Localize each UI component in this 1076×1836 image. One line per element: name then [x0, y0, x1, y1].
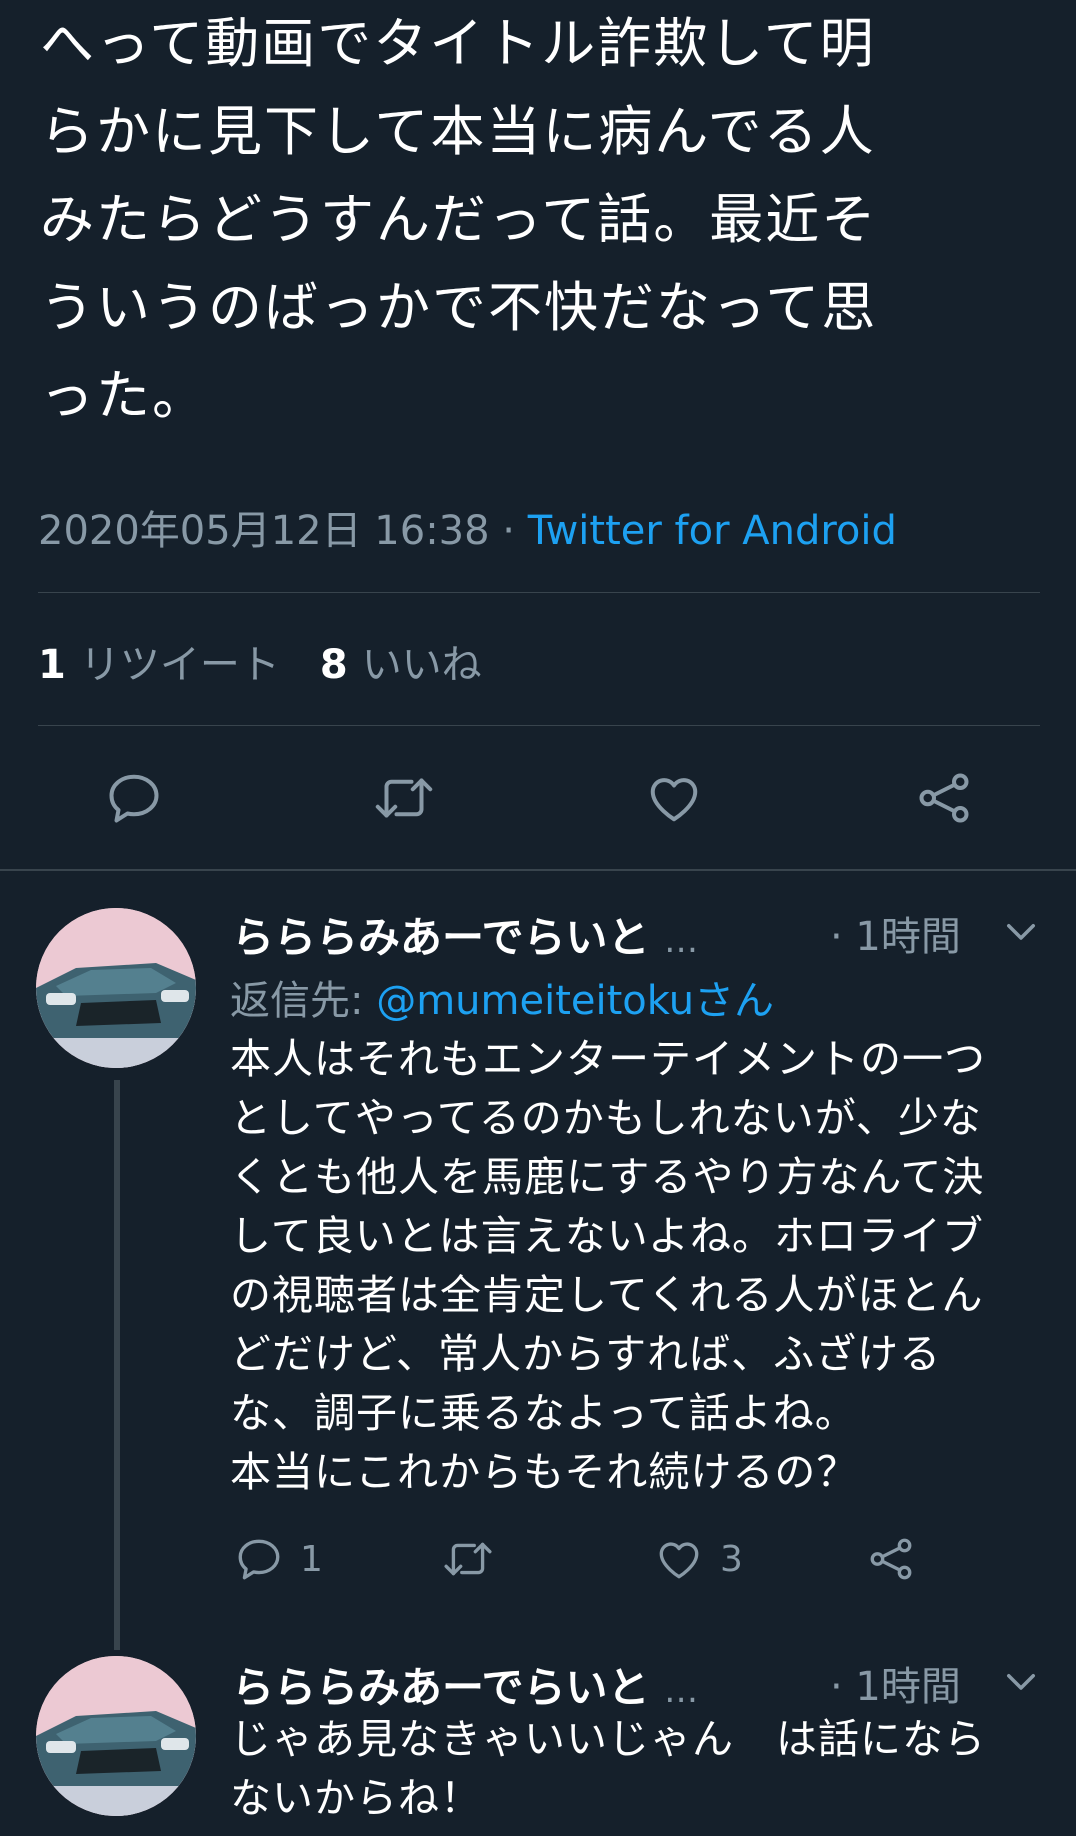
- avatar[interactable]: [36, 908, 196, 1068]
- tweet-source-link[interactable]: Twitter for Android: [528, 508, 897, 554]
- chevron-down-icon[interactable]: [1000, 1660, 1042, 1702]
- replying-prefix: 返信先:: [230, 978, 377, 1024]
- divider: [38, 592, 1040, 593]
- retweet-stat[interactable]: 1 リツイート: [38, 642, 280, 688]
- reply-time: · 1時間: [830, 1664, 961, 1710]
- like-count: 8: [319, 642, 348, 688]
- reply-count: 1: [300, 1538, 323, 1580]
- retweet-icon: [444, 1542, 492, 1576]
- like-label: いいね: [361, 642, 482, 688]
- tweet-action-bar: [0, 762, 1076, 834]
- car-avatar-image: [36, 1656, 196, 1816]
- name-ellipsis: …: [664, 921, 699, 961]
- name-ellipsis: …: [664, 1671, 699, 1711]
- tweet-datetime: 2020年05月12日 16:38: [38, 508, 490, 554]
- heart-icon: [650, 778, 698, 822]
- reply-like-button[interactable]: 3: [654, 1534, 743, 1584]
- heart-icon: [659, 1542, 699, 1579]
- tweet-stats: 1 リツイート 8 いいね: [38, 632, 482, 690]
- meta-separator: ·: [489, 508, 528, 554]
- author-display-name: らららみあーでらいと: [232, 1663, 650, 1712]
- reply-button[interactable]: [98, 762, 170, 834]
- like-button[interactable]: [638, 762, 710, 834]
- reply-action-bar: 1 3: [0, 1534, 1076, 1590]
- reply-reply-button[interactable]: 1: [234, 1534, 323, 1584]
- tweet-text: へって動画でタイトル詐欺して明 らかに見下して本当に病んでる人 みたらどうすんだ…: [40, 12, 878, 427]
- reply-text: じゃあ見なきゃいいじゃん は話になら ないからね！: [230, 1715, 986, 1822]
- replying-handle-link[interactable]: @mumeiteitokuさん: [376, 978, 774, 1024]
- reply-retweet-button[interactable]: [440, 1534, 496, 1584]
- comment-icon: [238, 1539, 280, 1580]
- reply-time: · 1時間: [830, 914, 961, 960]
- section-divider: [0, 869, 1076, 871]
- comment-icon: [109, 774, 159, 823]
- reply-share-button[interactable]: [866, 1534, 916, 1584]
- reply-text: 本人はそれもエンターテイメントの一つ としてやってるのかもしれないが、少な くと…: [230, 1035, 986, 1496]
- retweet-count: 1: [38, 642, 66, 688]
- tweet-meta: 2020年05月12日 16:38 · Twitter for Android: [38, 498, 897, 556]
- car-avatar-image: [36, 908, 196, 1068]
- share-icon: [870, 1538, 912, 1580]
- like-stat[interactable]: 8 いいね: [320, 642, 482, 688]
- chevron-down-icon[interactable]: [1000, 910, 1042, 952]
- retweet-icon: [375, 778, 433, 818]
- reply-author-name[interactable]: らららみあーでらいと …: [232, 904, 698, 965]
- avatar[interactable]: [36, 1656, 196, 1816]
- share-button[interactable]: [908, 762, 980, 834]
- like-count: 3: [720, 1538, 743, 1580]
- author-display-name: らららみあーでらいと: [232, 913, 650, 962]
- share-icon: [919, 773, 969, 823]
- divider: [38, 725, 1040, 726]
- reply-author-name[interactable]: らららみあーでらいと …: [232, 1654, 698, 1715]
- retweet-label: リツイート: [79, 642, 280, 688]
- replying-to: 返信先: @mumeiteitokuさん: [230, 968, 774, 1026]
- retweet-button[interactable]: [368, 762, 440, 834]
